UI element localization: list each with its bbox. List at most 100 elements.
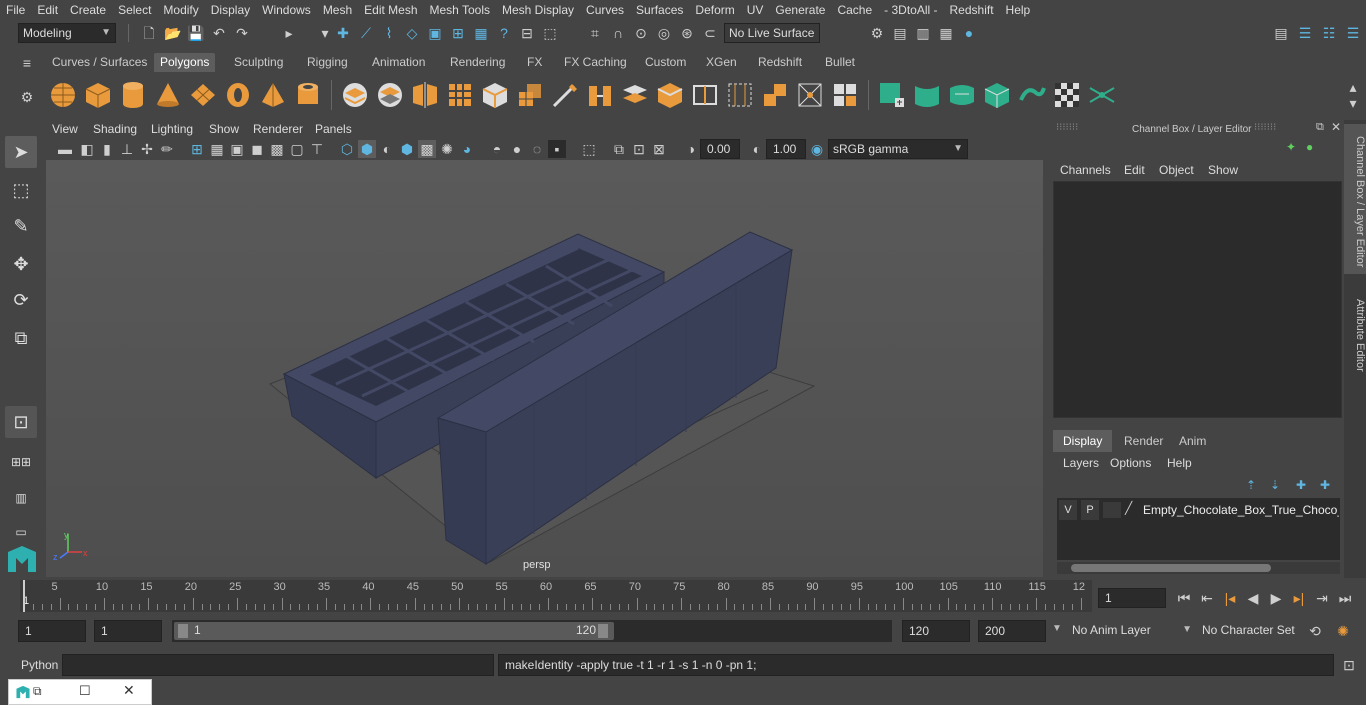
checker-map-icon[interactable] (1052, 80, 1082, 110)
new-scene-icon[interactable]: 🗋 (140, 24, 158, 42)
layer-menu-options[interactable]: Options (1110, 456, 1151, 470)
restore-icon[interactable]: ⧉ (33, 684, 42, 699)
maximize-icon[interactable]: ☐ (79, 683, 91, 699)
panel-menu-show[interactable]: Show (209, 122, 239, 136)
shelf-tab-sculpting[interactable]: Sculpting (228, 53, 289, 72)
animation-start-field[interactable]: 1 (18, 620, 86, 642)
film-gate-icon[interactable]: ▦ (208, 140, 226, 158)
menu-mesh-tools[interactable]: Mesh Tools (424, 0, 496, 20)
play-backwards-icon[interactable]: ◀ (1244, 589, 1262, 607)
lasso-tool-icon[interactable]: ⬚ (5, 174, 37, 206)
range-slider-handle[interactable]: 1 120 (174, 622, 614, 640)
xray-active-components-icon[interactable]: ⊠ (650, 140, 668, 158)
panel-menu-panels[interactable]: Panels (315, 122, 352, 136)
float-panel-icon[interactable]: ⧉ (1316, 121, 1324, 134)
layer-tab-display[interactable]: Display (1053, 430, 1113, 452)
range-end-grip[interactable] (598, 624, 608, 638)
chevron-down-icon[interactable]: ▼ (1052, 623, 1062, 634)
render-current-icon[interactable]: ▤ (891, 24, 909, 42)
new-layer-icon[interactable]: ✚ (1292, 476, 1310, 494)
select-tool-icon[interactable]: ➤ (5, 136, 37, 168)
xray-icon[interactable]: ⧉ (610, 140, 628, 158)
close-icon[interactable]: ✕ (123, 682, 135, 699)
menu-curves[interactable]: Curves (580, 0, 630, 20)
uv-cylindrical-icon[interactable] (912, 80, 942, 110)
panel-menu-view[interactable]: View (52, 122, 78, 136)
workspace-dropdown[interactable]: Modeling ▼ (18, 23, 116, 43)
uv-planar-icon[interactable] (877, 80, 907, 110)
shadows-icon[interactable]: ◕ (458, 140, 476, 158)
poly-sphere-icon[interactable] (48, 80, 78, 110)
poly-plane-icon[interactable] (188, 80, 218, 110)
render-view-icon[interactable]: ▦ (937, 24, 955, 42)
separate-icon[interactable] (375, 80, 405, 110)
shelf-scroll-down-icon[interactable]: ▾ (1344, 94, 1362, 112)
poly-cylinder-icon[interactable] (118, 80, 148, 110)
menu-create[interactable]: Create (64, 0, 112, 20)
viewport-persp[interactable]: y x z persp (46, 160, 1043, 577)
snap-view-plane-icon[interactable]: ◎ (655, 24, 673, 42)
lock-selection-icon[interactable]: ⊟ (518, 24, 536, 42)
layer-name[interactable]: Empty_Chocolate_Box_True_Choco_Op (1143, 503, 1339, 517)
chevron-down-icon[interactable]: ▾ (316, 24, 334, 42)
menu-redshift[interactable]: Redshift (944, 0, 1000, 20)
layer-type-toggle[interactable] (1103, 502, 1121, 518)
channel-box-area[interactable] (1053, 181, 1342, 418)
shelf-tab-rigging[interactable]: Rigging (301, 53, 354, 72)
layer-scroll-thumb[interactable] (1071, 564, 1271, 572)
render-settings-icon[interactable]: ⚙ (868, 24, 886, 42)
field-chart-icon[interactable]: ▩ (268, 140, 286, 158)
grease-pencil-icon[interactable]: ✏ (158, 140, 176, 158)
mirror-icon[interactable] (410, 80, 440, 110)
step-back-frame-icon[interactable]: ⇤ (1198, 589, 1216, 607)
face-mask-icon[interactable]: ⊞ (449, 24, 467, 42)
uv-mask-icon[interactable]: ▦ (472, 24, 490, 42)
close-icon[interactable]: ✕ (1331, 120, 1341, 134)
snap-live-icon[interactable]: ⊛ (678, 24, 696, 42)
minimized-window[interactable]: ⧉ ☐ ✕ (8, 679, 152, 705)
new-layer-selected-icon[interactable]: ✚ (1316, 476, 1334, 494)
depth-of-field-icon[interactable]: ▪ (548, 140, 566, 158)
animation-preferences-icon[interactable]: ✺ (1334, 622, 1352, 640)
bridge-icon[interactable] (585, 80, 615, 110)
layer-tab-anim[interactable]: Anim (1169, 430, 1216, 452)
append-polygon-icon[interactable] (620, 80, 650, 110)
step-forward-frame-icon[interactable]: ⇥ (1313, 589, 1331, 607)
paint-select-tool-icon[interactable]: ✎ (5, 210, 37, 242)
move-tool-icon[interactable]: ✥ (5, 248, 37, 280)
multisample-aa-icon[interactable]: ◌ (528, 140, 546, 158)
modeling-toolkit-icon[interactable]: ▤ (1272, 24, 1290, 42)
panel-menu-lighting[interactable]: Lighting (151, 122, 193, 136)
highlight-selection-icon[interactable]: ⬚ (541, 24, 559, 42)
resolution-gate-icon[interactable]: ▣ (228, 140, 246, 158)
current-frame-field[interactable]: 1 (1098, 588, 1166, 608)
panel-menu-renderer[interactable]: Renderer (253, 122, 303, 136)
combine-icon[interactable] (340, 80, 370, 110)
offset-edge-loop-icon[interactable] (760, 80, 790, 110)
menu-display[interactable]: Display (205, 0, 256, 20)
2d-pan-zoom-icon[interactable]: ✢ (138, 140, 156, 158)
undo-icon[interactable]: ↶ (210, 24, 228, 42)
screen-space-ao-icon[interactable]: ◓ (488, 140, 506, 158)
layer-tab-render[interactable]: Render (1114, 430, 1173, 452)
textured-icon[interactable]: ▩ (418, 140, 436, 158)
channel-menu-object[interactable]: Object (1159, 163, 1194, 177)
timeline-ruler[interactable]: 5 10 15 20 25 30 35 40 45 50 55 60 65 70 75 80 85 90 95 100… (20, 580, 1092, 612)
tab-channel-box[interactable]: Channel Box / Layer Editor (1344, 124, 1366, 274)
shelf-tab-custom[interactable]: Custom (639, 53, 692, 72)
ipr-render-icon[interactable]: ▥ (914, 24, 932, 42)
object-mode-icon[interactable]: ✦ (1286, 140, 1296, 154)
range-start-grip[interactable] (178, 624, 188, 638)
uv-unfold-icon[interactable] (1017, 80, 1047, 110)
misc-mask-icon[interactable]: ? (495, 24, 513, 42)
menu-windows[interactable]: Windows (256, 0, 317, 20)
poly-pipe-icon[interactable] (293, 80, 323, 110)
menu-generate[interactable]: Generate (769, 0, 831, 20)
playback-start-field[interactable]: 1 (94, 620, 162, 642)
four-view-layout-icon[interactable]: ⊞⊞ (5, 446, 37, 478)
menu-modify[interactable]: Modify (157, 0, 204, 20)
layer-color-icon[interactable]: ╱ (1125, 501, 1132, 515)
animation-end-field[interactable]: 200 (978, 620, 1046, 642)
shelf-tab-animation[interactable]: Animation (366, 53, 431, 72)
menu-3dtoall[interactable]: - 3DtoAll - (878, 0, 943, 20)
